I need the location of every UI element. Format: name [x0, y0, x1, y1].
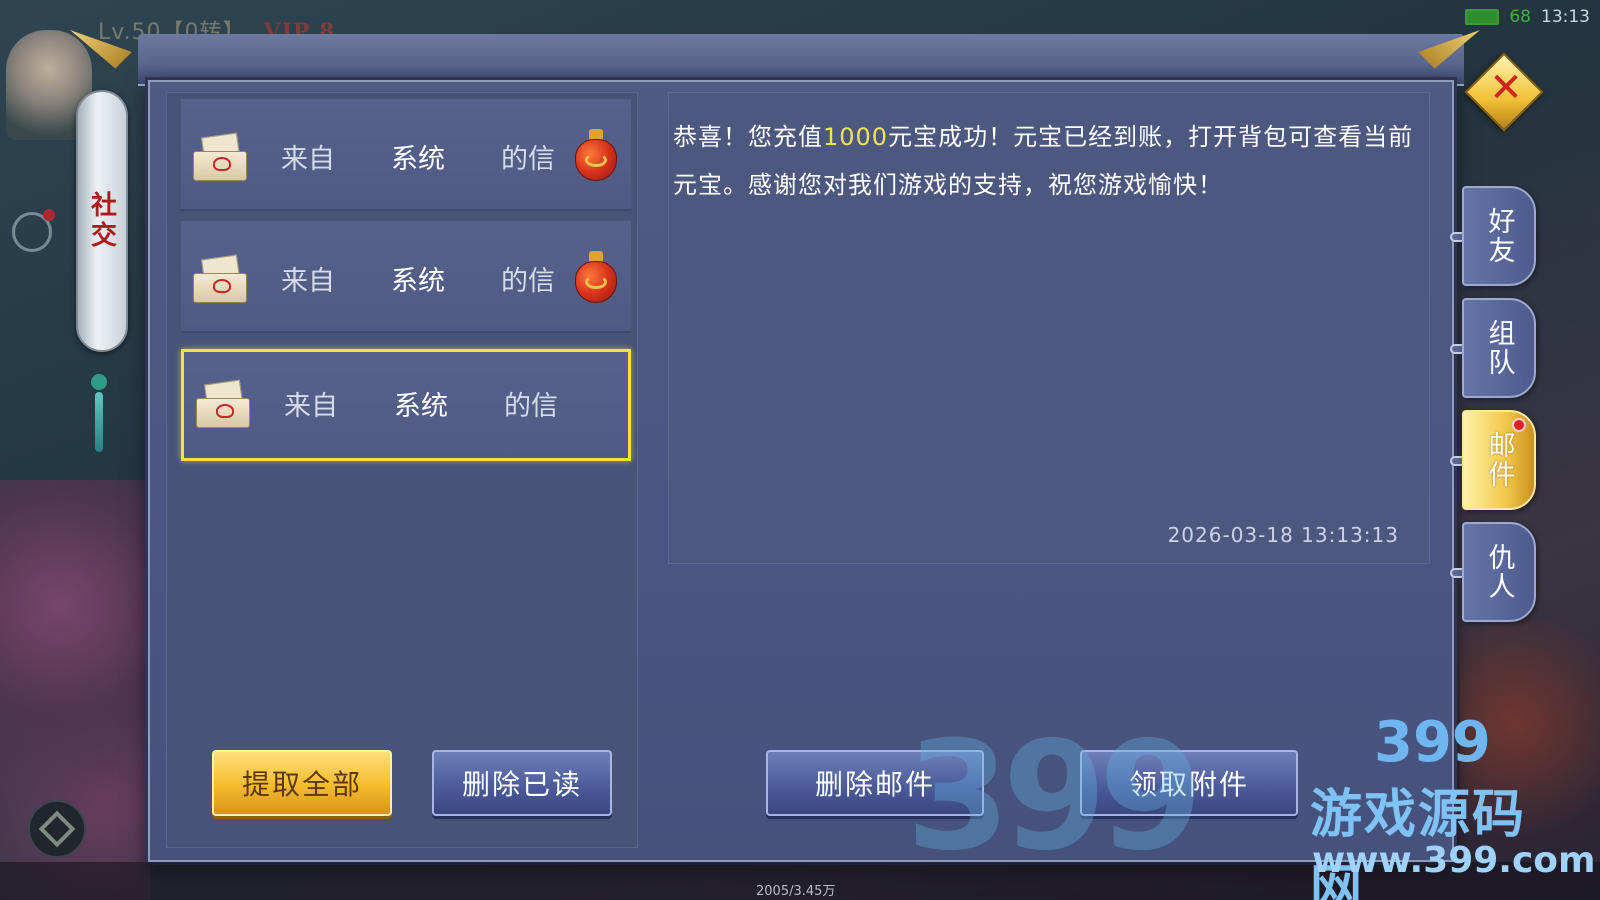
- tab-label: 仇人: [1483, 543, 1515, 601]
- notification-dot: [1512, 418, 1526, 432]
- menu-icon: [38, 810, 76, 848]
- mail-from-label: 来自: [281, 144, 335, 175]
- status-bar: 68 13:13: [1465, 0, 1600, 34]
- envelope-icon: [196, 379, 250, 428]
- scroll-tag-label: 社交: [86, 191, 117, 251]
- tab-team[interactable]: 组队: [1462, 298, 1536, 398]
- mail-item[interactable]: 来自 系统 的信: [181, 221, 631, 333]
- mail-sender: 系统: [391, 266, 445, 297]
- mail-content: 恭喜！您充值1000元宝成功！元宝已经到账，打开背包可查看当前元宝。感谢您对我们…: [668, 92, 1430, 564]
- social-scroll-tag: 社交: [76, 90, 128, 352]
- claim-all-button[interactable]: 提取全部: [212, 750, 392, 816]
- gift-bag-icon: [575, 251, 617, 305]
- mail-suffix-label: 的信: [501, 144, 555, 175]
- delete-read-button[interactable]: 删除已读: [432, 750, 612, 816]
- close-icon[interactable]: ✕: [1486, 65, 1526, 111]
- mail-sender: 系统: [391, 144, 445, 175]
- mail-sender: 系统: [394, 391, 448, 422]
- battery-icon: [1465, 9, 1500, 25]
- refresh-icon[interactable]: [12, 209, 55, 252]
- mail-body: 恭喜！您充值1000元宝成功！元宝已经到账，打开背包可查看当前元宝。感谢您对我们…: [673, 113, 1423, 209]
- battery-level: 68: [1509, 7, 1531, 27]
- tab-label: 组队: [1483, 319, 1515, 377]
- tab-label: 邮件: [1483, 431, 1515, 489]
- mail-from-label: 来自: [284, 391, 338, 422]
- mail-list[interactable]: 来自 系统 的信 来自 系统 的信 来自 系统 的信: [166, 92, 638, 848]
- mail-item-selected[interactable]: 来自 系统 的信: [181, 349, 631, 461]
- mail-from-label: 来自: [281, 266, 335, 297]
- bottom-stat: 2005/3.45万: [756, 884, 836, 899]
- gift-bag-icon: [575, 129, 617, 183]
- tab-mail[interactable]: 邮件: [1462, 410, 1536, 510]
- mail-item[interactable]: 来自 系统 的信: [181, 99, 631, 211]
- panel-top-frame: [138, 34, 1464, 86]
- clock: 13:13: [1541, 7, 1590, 27]
- tab-friends[interactable]: 好友: [1462, 186, 1536, 286]
- mail-timestamp: 2026-03-18 13:13:13: [1167, 523, 1399, 547]
- envelope-icon: [193, 132, 247, 181]
- claim-attachment-button[interactable]: 领取附件: [1080, 750, 1298, 816]
- mail-suffix-label: 的信: [504, 391, 558, 422]
- tab-enemies[interactable]: 仇人: [1462, 522, 1536, 622]
- mail-body-text: 恭喜！您充值: [673, 123, 823, 151]
- menu-button[interactable]: [28, 800, 86, 858]
- delete-mail-button[interactable]: 删除邮件: [766, 750, 984, 816]
- mail-suffix-label: 的信: [501, 266, 555, 297]
- tassel-ornament: [90, 352, 108, 462]
- envelope-icon: [193, 254, 247, 303]
- background-glow: [1460, 620, 1600, 880]
- recharge-amount: 1000: [823, 123, 889, 151]
- tab-label: 好友: [1483, 207, 1515, 265]
